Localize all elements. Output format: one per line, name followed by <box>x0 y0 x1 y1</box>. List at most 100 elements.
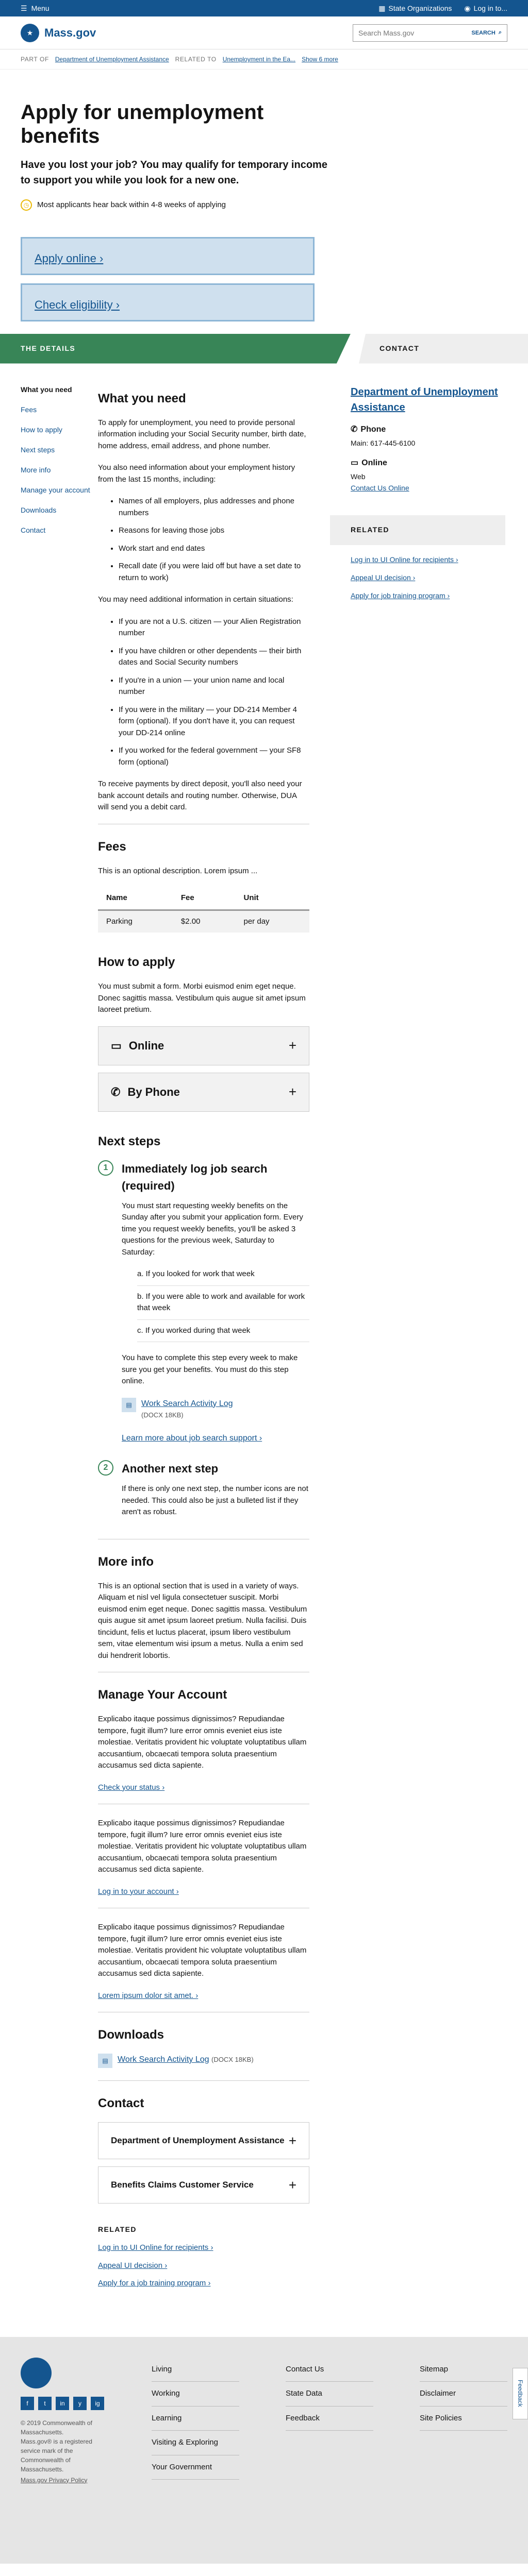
lorem-link[interactable]: Lorem ipsum dolor sit amet. › <box>98 1991 198 2000</box>
footer-link[interactable]: Working <box>152 2382 239 2406</box>
step-2: 2 Another next step If there is only one… <box>98 1460 309 1529</box>
what-you-need-heading: What you need <box>98 391 186 405</box>
footer-link[interactable]: Sitemap <box>420 2358 507 2382</box>
plus-icon: + <box>288 2177 296 2193</box>
show-more-link[interactable]: Show 6 more <box>302 55 338 64</box>
related-link[interactable]: Apply for a job training program › <box>98 2278 309 2290</box>
hero: Apply for unemployment benefits Have you… <box>0 70 351 237</box>
twitter-icon[interactable]: t <box>38 2396 52 2410</box>
col-header: Fee <box>172 887 236 911</box>
file-icon: ▤ <box>122 1397 136 1412</box>
building-icon: ▦ <box>378 4 386 12</box>
search-input[interactable] <box>353 24 467 41</box>
file-meta: (DOCX 18KB) <box>141 1411 184 1419</box>
phone-accordion[interactable]: ✆ By Phone + <box>98 1072 309 1112</box>
related-band: RELATED <box>330 515 505 545</box>
toc-more-info[interactable]: More info <box>21 465 98 476</box>
footer-link[interactable]: Feedback <box>286 2406 373 2431</box>
list-item: b. If you were able to work and availabl… <box>137 1291 309 1320</box>
facebook-icon[interactable]: f <box>21 2396 34 2410</box>
footer-link[interactable]: Contact Us <box>286 2358 373 2382</box>
related-link[interactable]: Log in to UI Online for recipients › <box>98 2242 309 2254</box>
list-item: a. If you looked for work that week <box>137 1268 309 1286</box>
site-logo[interactable]: ★ Mass.gov <box>21 23 96 42</box>
related-link-1[interactable]: Unemployment in the Ea... <box>223 55 295 64</box>
related-links: Log in to UI Online for recipients › App… <box>98 2242 309 2290</box>
list-item: Reasons for leaving those jobs <box>119 525 309 537</box>
toc-contact[interactable]: Contact <box>21 525 98 536</box>
footer-link[interactable]: Learning <box>152 2406 239 2431</box>
footer-link[interactable]: Disclaimer <box>420 2382 507 2406</box>
seal-icon <box>21 2357 52 2388</box>
privacy-link[interactable]: Mass.gov Privacy Policy <box>21 2477 87 2484</box>
login-link[interactable]: ◉ Log in to... <box>464 3 507 14</box>
list-item: If you have children or other dependents… <box>119 646 309 669</box>
phone-icon: ✆ <box>111 1086 121 1098</box>
contact-online-link[interactable]: Contact Us Online <box>351 484 409 492</box>
footer-link[interactable]: Living <box>152 2358 239 2382</box>
related-heading: RELATED <box>98 2225 137 2233</box>
paragraph: This is an optional section that is used… <box>98 1581 307 1660</box>
job-search-support-link[interactable]: Learn more about job search support › <box>122 1434 262 1443</box>
paragraph: You also need information about your emp… <box>98 463 295 484</box>
download-link[interactable]: Work Search Activity Log <box>141 1399 233 1408</box>
contact-org-link[interactable]: Department of Unemployment Assistance <box>351 384 505 415</box>
menu-button[interactable]: ☰ Menu <box>21 3 50 14</box>
divider <box>98 2080 309 2081</box>
main-content: What you need To apply for unemployment,… <box>98 364 309 2296</box>
web-label: Web <box>351 472 366 481</box>
footer-link[interactable]: Site Policies <box>420 2406 507 2431</box>
employment-list: Names of all employers, plus addresses a… <box>119 496 309 584</box>
youtube-icon[interactable]: y <box>73 2396 87 2410</box>
state-orgs-link[interactable]: ▦ State Organizations <box>378 3 452 14</box>
linkedin-icon[interactable]: in <box>56 2396 69 2410</box>
footer-link[interactable]: State Data <box>286 2382 373 2406</box>
footer-link[interactable]: Your Government <box>152 2455 239 2480</box>
online-accordion[interactable]: ▭ Online + <box>98 1026 309 1065</box>
phone-icon: ✆ <box>351 425 358 434</box>
contact-accordion-claims[interactable]: Benefits Claims Customer Service + <box>98 2166 309 2204</box>
list-item: If you were in the military — your DD-21… <box>119 704 309 739</box>
top-bar: ☰ Menu ▦ State Organizations ◉ Log in to..… <box>0 0 528 16</box>
cell: $2.00 <box>172 910 236 933</box>
check-status-link[interactable]: Check your status › <box>98 1783 164 1792</box>
manage-heading: Manage Your Account <box>98 1688 227 1702</box>
toc-next-steps[interactable]: Next steps <box>21 445 98 455</box>
paragraph: You must submit a form. Morbi euismod en… <box>98 982 306 1014</box>
check-eligibility-button[interactable]: Check eligibility › <box>21 283 315 321</box>
copyright: © 2019 Commonwealth of Massachusetts. <box>21 2419 92 2436</box>
toc-how-to-apply[interactable]: How to apply <box>21 425 98 435</box>
trademark: Mass.gov® is a registered service mark o… <box>21 2437 92 2473</box>
side-related-link[interactable]: Log in to UI Online for recipients › <box>351 554 505 565</box>
paragraph: Explicabo itaque possimus dignissimos? R… <box>98 1819 307 1874</box>
download-link[interactable]: Work Search Activity Log <box>118 2055 209 2064</box>
laptop-icon: ▭ <box>111 1039 122 1052</box>
footer-col-1: Living Working Learning Visiting & Explo… <box>152 2358 239 2486</box>
part-of-link[interactable]: Department of Unemployment Assistance <box>55 55 169 64</box>
toc-manage-account[interactable]: Manage your account <box>21 485 98 496</box>
toc-fees[interactable]: Fees <box>21 404 98 415</box>
user-icon: ◉ <box>464 4 471 12</box>
step-number: 2 <box>98 1460 113 1476</box>
timing-tip: ◷ Most applicants hear back within 4-8 w… <box>21 199 330 211</box>
download-item: ▤ Work Search Activity Log (DOCX 18KB) <box>98 2054 309 2068</box>
toc-what-you-need[interactable]: What you need <box>21 384 98 395</box>
side-related-link[interactable]: Appeal UI decision › <box>351 572 505 583</box>
seal-icon: ★ <box>21 23 39 42</box>
side-related-link[interactable]: Apply for job training program › <box>351 590 505 601</box>
related-link[interactable]: Appeal UI decision › <box>98 2260 309 2272</box>
contact-accordion-dua[interactable]: Department of Unemployment Assistance + <box>98 2122 309 2159</box>
apply-online-button[interactable]: Apply online › <box>21 236 315 275</box>
cell: Parking <box>98 910 173 933</box>
page-lead: Have you lost your job? You may qualify … <box>21 159 327 186</box>
more-info-heading: More info <box>98 1554 154 1569</box>
instagram-icon[interactable]: ig <box>91 2396 104 2410</box>
paragraph: You may need additional information in c… <box>98 595 293 604</box>
feedback-tab[interactable]: Feedback <box>513 2367 528 2419</box>
log-in-account-link[interactable]: Log in to your account › <box>98 1887 179 1896</box>
table-of-contents: What you need Fees How to apply Next ste… <box>21 364 98 2296</box>
toc-downloads[interactable]: Downloads <box>21 505 98 516</box>
footer-link[interactable]: Visiting & Exploring <box>152 2431 239 2455</box>
situations-list: If you are not a U.S. citizen — your Ali… <box>119 616 309 769</box>
search-button[interactable]: SEARCH ⌕ <box>466 24 507 41</box>
